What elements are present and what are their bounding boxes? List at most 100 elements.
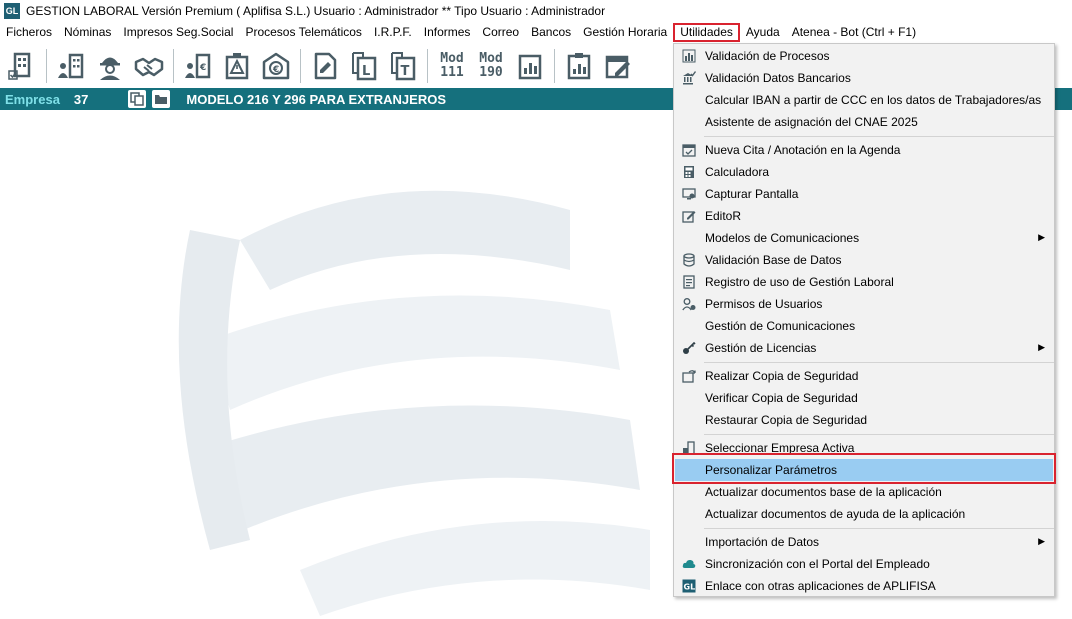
menu-item-label: Validación Datos Bancarios (705, 71, 851, 85)
menu-item-permisos-usuarios[interactable]: Permisos de Usuarios (675, 293, 1053, 315)
menu-ayuda[interactable]: Ayuda (740, 23, 786, 42)
menu-item-label: Actualizar documentos de ayuda de la apl… (705, 507, 966, 521)
document-t-icon[interactable]: T (385, 48, 421, 84)
title-bar: GL GESTION LABORAL Versión Premium ( Apl… (0, 0, 1072, 22)
euro-envelope-icon[interactable]: € (258, 48, 294, 84)
menu-item-actualizar-documentos-base[interactable]: Actualizar documentos base de la aplicac… (675, 481, 1053, 503)
modelo-190-button[interactable]: Mod 190 (473, 48, 509, 84)
svg-text:T: T (401, 64, 410, 79)
svg-text:L: L (362, 64, 370, 79)
menu-item-editor[interactable]: EditoR (675, 205, 1053, 227)
menu-informes[interactable]: Informes (418, 23, 477, 42)
menu-item-label: Calculadora (705, 165, 770, 179)
toolbar-separator (46, 48, 47, 83)
modelo-190-top-label: Mod (479, 50, 503, 66)
folder-icon[interactable] (152, 90, 171, 108)
worker-helmet-icon[interactable] (92, 48, 128, 84)
utilidades-dropdown: Validación de Procesos Validación Datos … (673, 43, 1055, 597)
menu-separator (704, 434, 1054, 435)
menu-item-label: Verificar Copia de Seguridad (705, 391, 858, 405)
menu-impresos-seg-social[interactable]: Impresos Seg.Social (117, 23, 239, 42)
highlight-outline (672, 453, 1056, 484)
menu-item-label: Actualizar documentos base de la aplicac… (705, 485, 942, 499)
menu-item-actualizar-documentos-ayuda[interactable]: Actualizar documentos de ayuda de la apl… (675, 503, 1053, 525)
modelo-111-button[interactable]: Mod 111 (434, 48, 470, 84)
modelo-111-top-label: Mod (440, 50, 464, 66)
menu-item-asistente-cnae[interactable]: Asistente de asignación del CNAE 2025 (675, 111, 1053, 133)
calendar-icon (681, 142, 697, 158)
submenu-arrow-icon: ▶ (1038, 342, 1045, 352)
menu-item-gestion-comunicaciones[interactable]: Gestión de Comunicaciones (675, 315, 1053, 337)
modelo-111-bottom-label: 111 (440, 64, 464, 80)
menu-item-nueva-cita[interactable]: Nueva Cita / Anotación en la Agenda (675, 139, 1053, 161)
warning-document-icon[interactable] (219, 48, 255, 84)
menu-procesos-telematicos[interactable]: Procesos Telemáticos (239, 23, 368, 42)
monitor-capture-icon (681, 186, 697, 202)
menu-ficheros[interactable]: Ficheros (0, 23, 58, 42)
menu-item-enlace-aplificas[interactable]: GL Enlace con otras aplicaciones de APLI… (675, 575, 1053, 597)
menu-item-label: EditoR (705, 209, 742, 223)
toolbar-separator (300, 48, 301, 83)
worker-euro-building-icon[interactable]: € (180, 48, 216, 84)
copy-icon[interactable] (128, 90, 147, 108)
menu-item-calcular-iban[interactable]: Calcular IBAN a partir de CCC en los dat… (675, 89, 1053, 111)
menu-separator (704, 136, 1054, 137)
menu-item-label: Validación de Procesos (705, 49, 830, 63)
menu-item-label: Modelos de Comunicaciones (705, 231, 860, 245)
menu-item-verificar-copia[interactable]: Verificar Copia de Seguridad (675, 387, 1053, 409)
menu-bancos[interactable]: Bancos (525, 23, 577, 42)
menu-item-restaurar-copia[interactable]: Restaurar Copia de Seguridad (675, 409, 1053, 431)
menu-nominas[interactable]: Nóminas (58, 23, 117, 42)
menu-item-modelos-comunicaciones[interactable]: Modelos de Comunicaciones ▶ (675, 227, 1053, 249)
worker-building-icon[interactable] (53, 48, 89, 84)
empresa-label: Empresa (5, 91, 60, 107)
menu-item-label: Gestión de Comunicaciones (705, 319, 856, 333)
menu-item-label: Restaurar Copia de Seguridad (705, 413, 868, 427)
menu-item-gestion-licencias[interactable]: Gestión de Licencias ▶ (675, 337, 1053, 359)
menu-item-importacion-datos[interactable]: Importación de Datos ▶ (675, 531, 1053, 553)
backup-icon (681, 368, 697, 384)
toolbar-separator (554, 48, 555, 83)
menu-irpf[interactable]: I.R.P.F. (368, 23, 418, 42)
chart-document-icon[interactable] (512, 48, 548, 84)
menu-item-label: Asistente de asignación del CNAE 2025 (705, 115, 918, 129)
chart-icon (681, 48, 697, 64)
svg-text:GL: GL (684, 583, 696, 592)
calculator-icon (681, 164, 697, 180)
menu-item-label: Registro de uso de Gestión Laboral (705, 275, 894, 289)
svg-text:€: € (272, 65, 279, 75)
menu-item-sincronizacion-portal[interactable]: Sincronización con el Portal del Emplead… (675, 553, 1053, 575)
menu-item-capturar-pantalla[interactable]: Capturar Pantalla (675, 183, 1053, 205)
edit-icon (681, 208, 697, 224)
window-title: GESTION LABORAL Versión Premium ( Aplifi… (26, 4, 606, 18)
menu-item-validacion-procesos[interactable]: Validación de Procesos (675, 45, 1053, 67)
document-list-icon (681, 274, 697, 290)
menu-separator (704, 528, 1054, 529)
document-edit-icon[interactable] (307, 48, 343, 84)
menu-correo[interactable]: Correo (476, 23, 525, 42)
menu-atenea-bot[interactable]: Atenea - Bot (Ctrl + F1) (786, 23, 922, 42)
menu-item-label: Capturar Pantalla (705, 187, 799, 201)
modelo-title: MODELO 216 Y 296 PARA EXTRANJEROS (186, 91, 446, 107)
menu-item-calculadora[interactable]: Calculadora (675, 161, 1053, 183)
menu-item-realizar-copia[interactable]: Realizar Copia de Seguridad (675, 365, 1053, 387)
document-l-icon[interactable]: L (346, 48, 382, 84)
toolbar-separator (427, 48, 428, 83)
toolbar-separator (173, 48, 174, 83)
bank-check-icon (681, 70, 697, 86)
menu-item-validacion-datos-bancarios[interactable]: Validación Datos Bancarios (675, 67, 1053, 89)
menu-item-registro-uso[interactable]: Registro de uso de Gestión Laboral (675, 271, 1053, 293)
calendar-edit-icon[interactable] (600, 48, 636, 84)
handshake-icon[interactable] (131, 48, 167, 84)
menu-item-label: Permisos de Usuarios (705, 297, 823, 311)
company-building-icon[interactable] (4, 48, 40, 84)
cloud-sync-icon (681, 556, 697, 572)
empresa-number: 37 (73, 91, 89, 107)
menu-utilidades[interactable]: Utilidades (673, 23, 740, 42)
report-chart-icon[interactable] (561, 48, 597, 84)
menu-item-validacion-base-datos[interactable]: Validación Base de Datos (675, 249, 1053, 271)
submenu-arrow-icon: ▶ (1038, 232, 1045, 242)
menu-item-label: Calcular IBAN a partir de CCC en los dat… (705, 93, 1042, 107)
gl-link-icon: GL (681, 578, 697, 594)
menu-gestion-horaria[interactable]: Gestión Horaria (577, 23, 673, 42)
